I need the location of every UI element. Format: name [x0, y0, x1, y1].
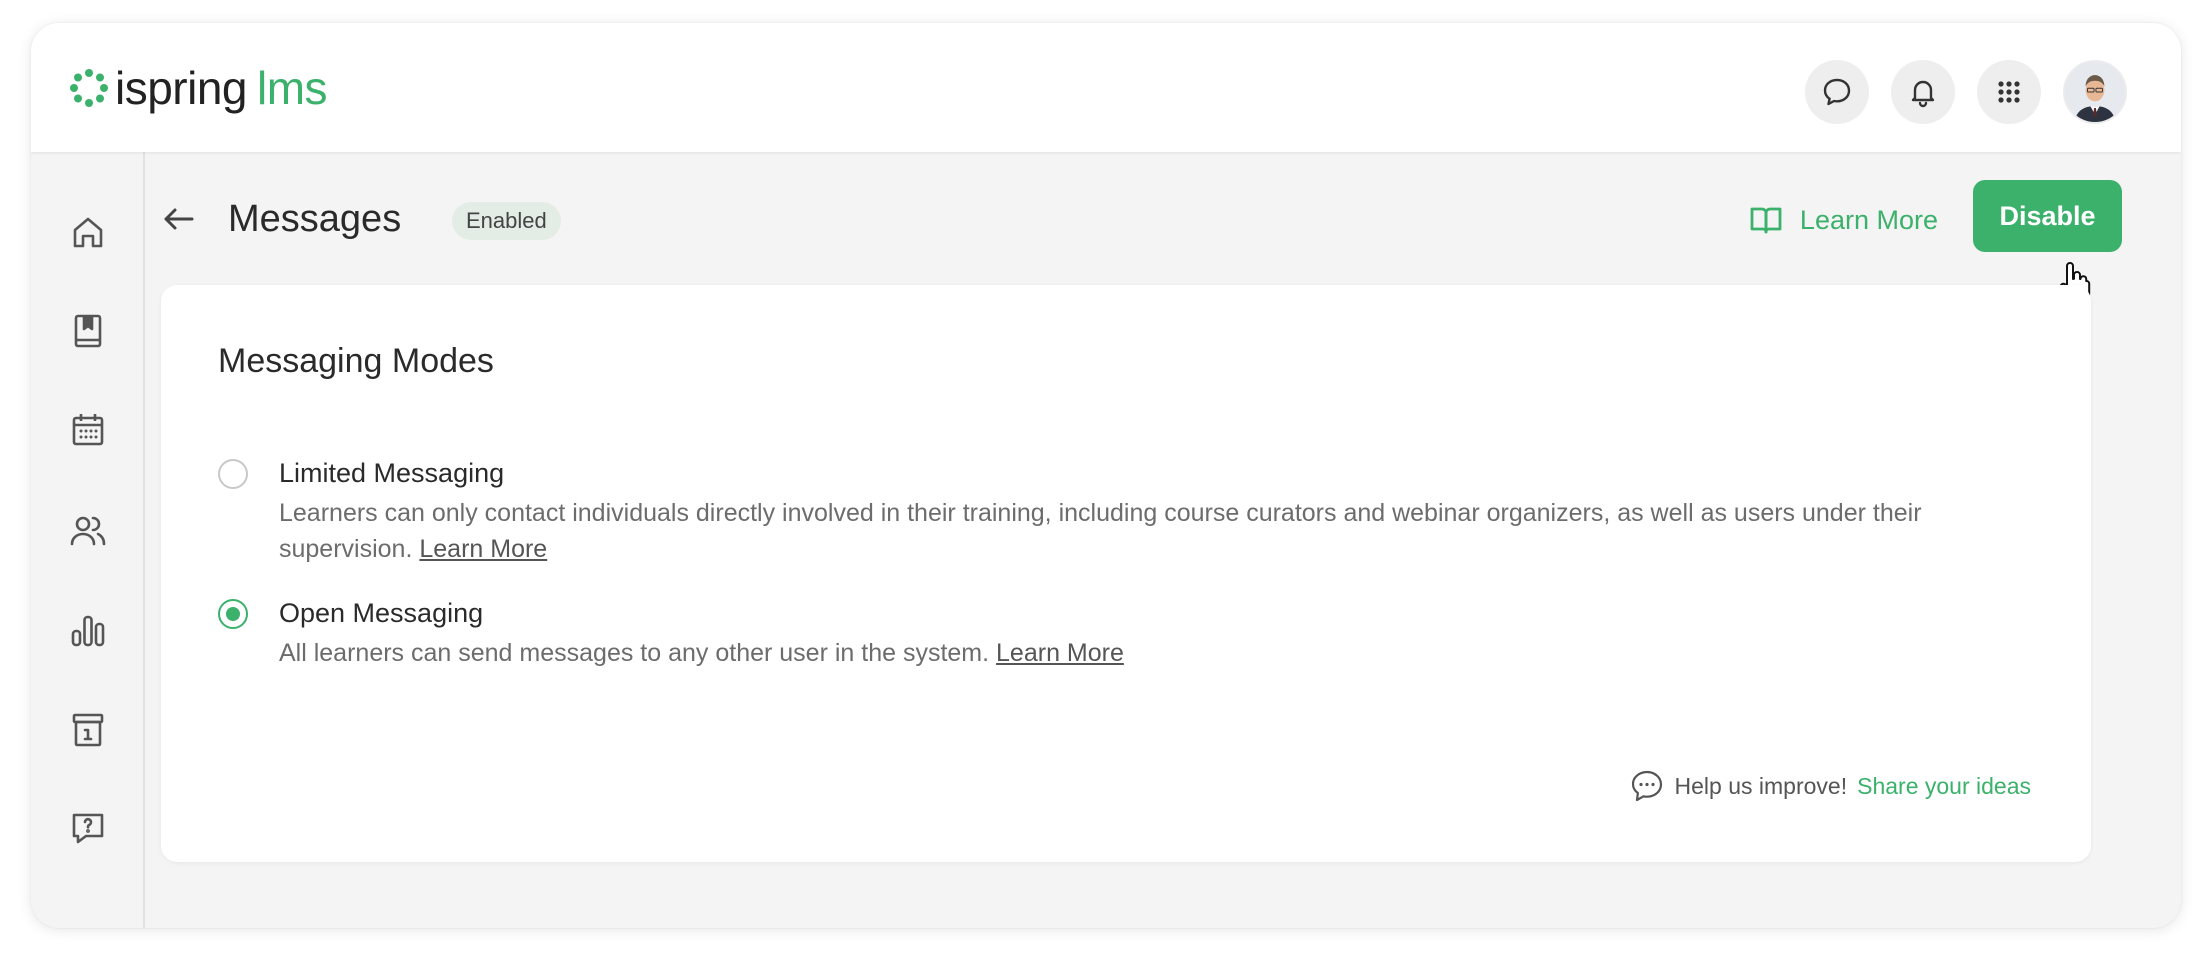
option-learn-more-link[interactable]: Learn More [419, 535, 547, 563]
feedback-text: Help us improve! [1674, 773, 1848, 799]
sidebar-item-users[interactable] [67, 510, 109, 552]
learn-more-label: Learn More [1799, 205, 1938, 235]
chat-button[interactable] [1805, 60, 1869, 124]
users-icon [70, 516, 106, 546]
notifications-button[interactable] [1891, 60, 1955, 124]
feedback-prompt: Help us improve! Share your ideas [1629, 768, 2031, 804]
option-learn-more-link[interactable]: Learn More [996, 639, 1124, 667]
disable-button[interactable]: Disable [1973, 180, 2122, 252]
ispring-logo-icon [70, 69, 108, 107]
open-book-icon [1750, 207, 1782, 234]
radio-open-messaging[interactable] [218, 599, 248, 629]
option-open-messaging[interactable]: Open Messaging All learners can send mes… [218, 593, 2038, 673]
sidebar-item-reports[interactable] [67, 610, 109, 652]
sidebar-item-support[interactable] [67, 807, 109, 849]
home-icon [73, 217, 103, 248]
chat-icon [1823, 78, 1851, 106]
logo-text: ispring lms [115, 62, 328, 114]
sidebar [31, 152, 145, 928]
top-bar: ispring lms [31, 23, 2181, 152]
bell-icon [1911, 80, 1935, 108]
info-box-icon [72, 713, 104, 747]
help-chat-icon [72, 813, 104, 844]
apps-button[interactable] [1977, 60, 2041, 124]
ispring-logo[interactable]: ispring lms [69, 62, 328, 114]
brand-name: ispring [115, 62, 248, 114]
option-description-text: All learners can send messages to any ot… [279, 639, 990, 667]
page-title: Messages [228, 198, 402, 240]
status-badge: Enabled [452, 202, 561, 240]
sidebar-item-courses[interactable] [67, 310, 109, 352]
radio-limited-messaging[interactable] [218, 459, 248, 489]
card-title: Messaging Modes [218, 342, 494, 380]
option-limited-messaging[interactable]: Limited Messaging Learners can only cont… [218, 453, 2038, 563]
learn-more-link[interactable]: Learn More [1748, 202, 1938, 238]
option-description: Learners can only contact individuals di… [279, 495, 1979, 567]
top-actions [1805, 60, 2127, 124]
calendar-icon [72, 414, 104, 446]
share-ideas-link[interactable]: Share your ideas [1857, 771, 2031, 801]
user-avatar[interactable] [2063, 60, 2127, 124]
feedback-chat-icon [1631, 770, 1662, 802]
apps-grid-icon [1998, 81, 2020, 103]
sidebar-item-home[interactable] [67, 212, 109, 254]
messaging-modes-card: Messaging Modes Limited Messaging Learne… [161, 285, 2091, 862]
option-description: All learners can send messages to any ot… [279, 635, 1979, 671]
chart-icon [71, 615, 105, 647]
sidebar-item-calendar[interactable] [67, 409, 109, 451]
brand-suffix: lms [257, 62, 328, 114]
page-header: Messages Enabled Learn More Disable [160, 180, 2122, 260]
sidebar-item-info[interactable] [67, 709, 109, 751]
option-label: Open Messaging [279, 598, 484, 628]
option-label: Limited Messaging [279, 458, 505, 488]
book-icon [74, 314, 102, 348]
user-photo-icon [2065, 62, 2125, 122]
back-arrow-icon[interactable] [160, 200, 198, 238]
